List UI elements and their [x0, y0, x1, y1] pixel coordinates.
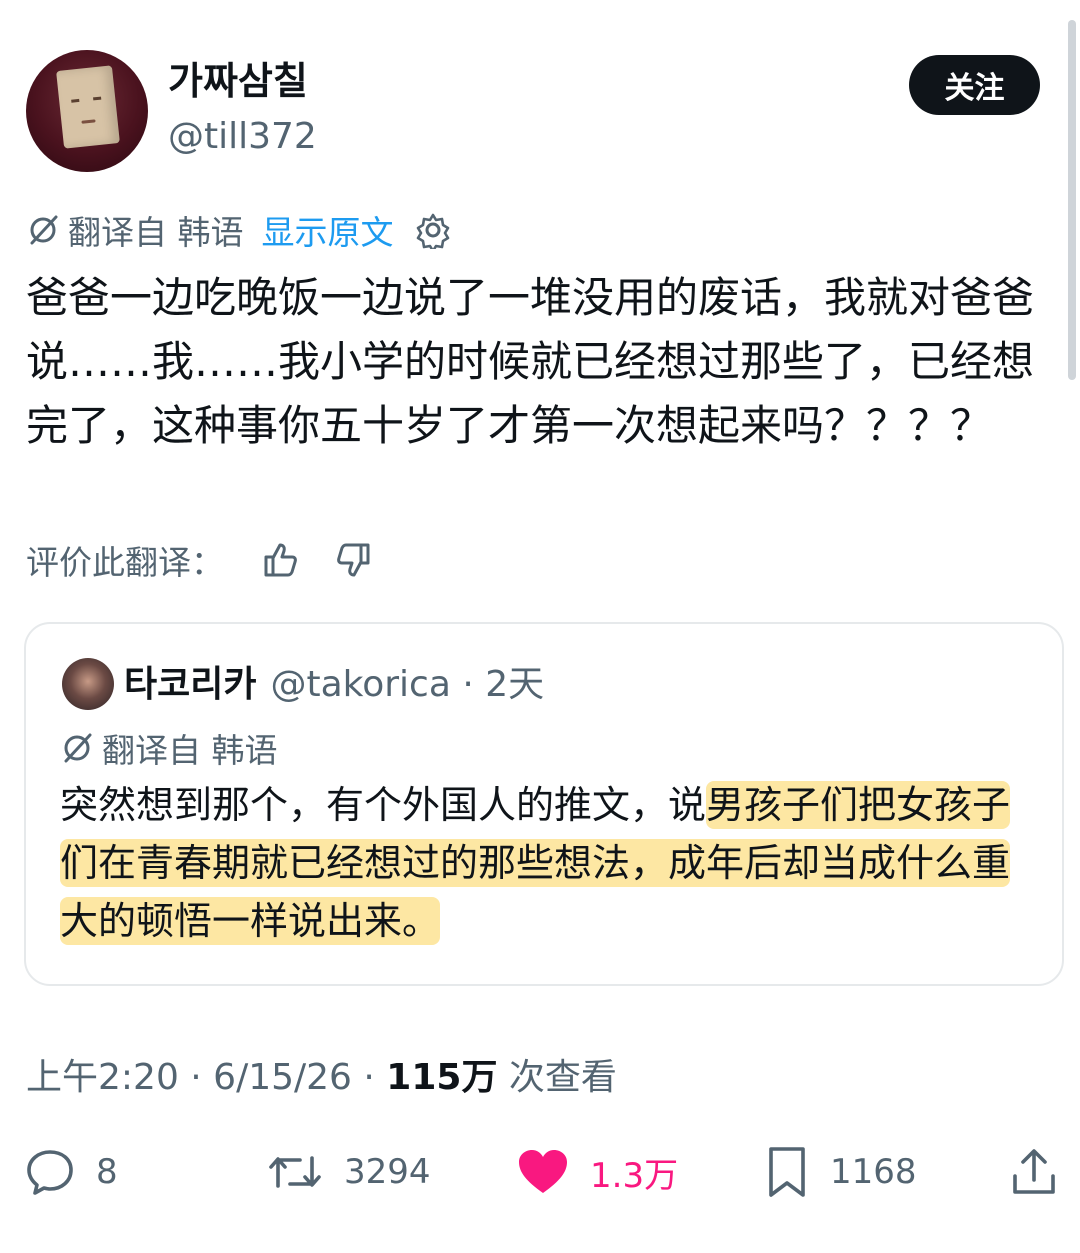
reply-icon: [24, 1146, 76, 1198]
share-button[interactable]: [1008, 1140, 1060, 1204]
quote-translation-label: 翻译自 韩语: [102, 731, 278, 770]
rate-label: 评价此翻译：: [26, 543, 224, 582]
tweet-timestamp: 上午2:20 · 6/15/26 · 115万 次查看: [26, 1054, 617, 1102]
author-handle[interactable]: @till372: [168, 114, 317, 160]
quote-translation-row: 翻译自 韩语: [60, 726, 278, 770]
views-count: 115万: [386, 1057, 498, 1098]
action-bar: 8 3294 1.3万 1168: [0, 1140, 1080, 1204]
views-label: 次查看: [497, 1057, 617, 1098]
share-icon: [1008, 1146, 1060, 1198]
retweet-icon: [266, 1146, 324, 1198]
author-display-name[interactable]: 가짜삼칠: [168, 58, 308, 104]
quote-text: 突然想到那个，有个外国人的推文，说男孩子们把女孩子们在青春期就已经想过的那些想法…: [60, 776, 1040, 950]
tweet-text: 爸爸一边吃晚饭一边说了一堆没用的废话，我就对爸爸说……我……我小学的时候就已经想…: [26, 273, 1035, 450]
quote-author-name[interactable]: 타코리카: [124, 662, 256, 708]
like-count: 1.3万: [590, 1155, 679, 1196]
quote-author-meta: @takorica · 2天: [270, 664, 545, 705]
reply-count: 8: [96, 1152, 118, 1192]
retweet-count: 3294: [344, 1152, 431, 1192]
bookmark-icon: [764, 1145, 810, 1199]
bookmark-button[interactable]: 1168: [764, 1140, 917, 1204]
translation-row: 翻译自 韩语 显示原文: [26, 208, 452, 252]
translate-slash-icon: [26, 213, 60, 247]
gear-icon[interactable]: [414, 211, 452, 249]
translation-label: 翻译自 韩语: [68, 213, 244, 252]
follow-button[interactable]: 关注: [909, 55, 1040, 115]
quote-text-plain: 突然想到那个，有个外国人的推文，说: [60, 783, 707, 827]
thumbs-up-icon[interactable]: [260, 540, 300, 580]
heart-icon: [516, 1147, 570, 1197]
retweet-button[interactable]: 3294: [266, 1140, 431, 1204]
time-date[interactable]: 上午2:20 · 6/15/26 ·: [26, 1057, 386, 1098]
show-original-link[interactable]: 显示原文: [262, 206, 394, 254]
bookmark-count: 1168: [830, 1152, 917, 1192]
quote-avatar[interactable]: [62, 658, 114, 710]
thumbs-down-icon[interactable]: [334, 540, 374, 580]
translate-slash-icon: [60, 731, 94, 765]
quote-header: 타코리카 @takorica · 2天: [124, 662, 544, 708]
author-avatar[interactable]: [26, 50, 148, 172]
reply-button[interactable]: 8: [24, 1140, 118, 1204]
scrollbar[interactable]: [1068, 20, 1076, 380]
rate-translation-row: 评价此翻译：: [26, 536, 374, 584]
like-button[interactable]: 1.3万: [516, 1140, 678, 1204]
